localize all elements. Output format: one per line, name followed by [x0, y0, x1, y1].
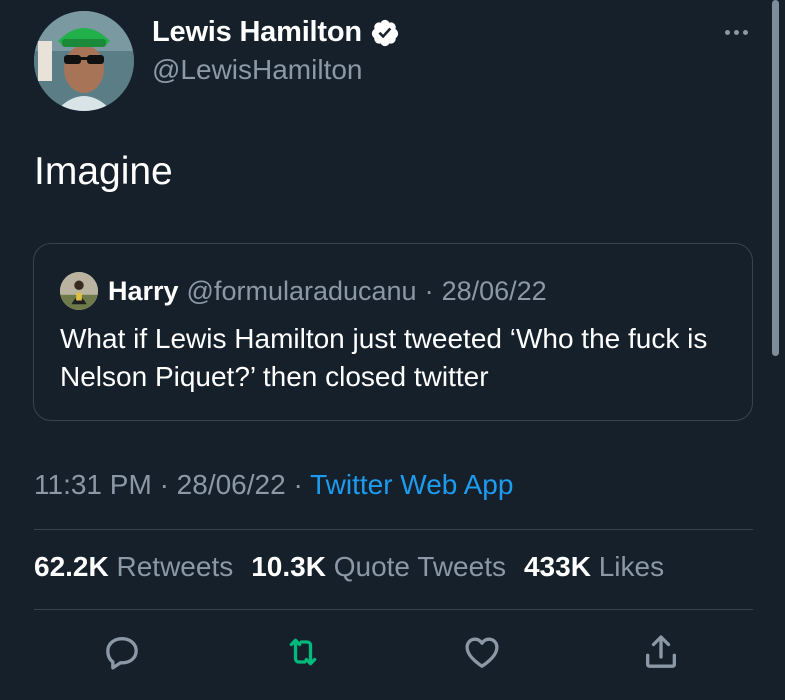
author-name-text: Lewis Hamilton: [152, 16, 362, 48]
retweets-count: 62.2K: [34, 551, 109, 582]
tweet-text: Imagine: [34, 150, 173, 193]
quoted-author-name: Harry: [108, 275, 179, 306]
quote-tweets-stat[interactable]: 10.3K Quote Tweets: [251, 551, 506, 583]
author-handle[interactable]: @LewisHamilton: [152, 54, 363, 86]
reply-icon[interactable]: [102, 632, 142, 672]
quoted-author-avatar: [60, 272, 98, 310]
more-options-icon[interactable]: [716, 20, 756, 44]
quoted-separator: ·: [424, 275, 434, 306]
retweets-stat[interactable]: 62.2K Retweets: [34, 551, 233, 583]
meta-separator: ·: [159, 469, 169, 500]
author-name[interactable]: Lewis Hamilton: [152, 16, 400, 49]
author-avatar[interactable]: [34, 11, 134, 111]
quote-tweets-count: 10.3K: [251, 551, 326, 582]
action-bar: [0, 628, 785, 680]
retweet-icon[interactable]: [283, 632, 323, 672]
quoted-tweet-card[interactable]: Harry @formularaducanu · 28/06/22 What i…: [33, 243, 753, 421]
author-avatar-image: [34, 11, 134, 111]
tweet-meta: 11:31 PM · 28/06/22 · Twitter Web App: [34, 469, 513, 501]
quoted-author-handle: @formularaducanu: [186, 275, 417, 306]
likes-count: 433K: [523, 551, 591, 582]
meta-separator-2: ·: [293, 469, 303, 500]
retweets-label: Retweets: [116, 551, 234, 582]
quoted-tweet-header: Harry @formularaducanu · 28/06/22: [60, 272, 547, 310]
quote-tweets-label: Quote Tweets: [333, 551, 506, 582]
likes-stat[interactable]: 433K Likes: [524, 551, 664, 583]
likes-label: Likes: [598, 551, 665, 582]
share-icon[interactable]: [641, 632, 681, 672]
tweet-time[interactable]: 11:31 PM: [34, 469, 152, 500]
tweet-source-link[interactable]: Twitter Web App: [310, 469, 513, 500]
tweet-date[interactable]: 28/06/22: [177, 469, 286, 500]
divider-top: [34, 529, 753, 530]
heart-icon[interactable]: [462, 632, 502, 672]
scrollbar-thumb[interactable]: [772, 0, 779, 356]
quoted-tweet-date: 28/06/22: [441, 275, 547, 306]
verified-badge-icon: [371, 19, 399, 46]
quoted-tweet-text: What if Lewis Hamilton just tweeted ‘Who…: [60, 323, 708, 392]
divider-bottom: [34, 609, 753, 610]
tweet-detail-view: Lewis Hamilton @LewisHamilton Imagine Ha…: [0, 0, 785, 700]
tweet-stats: 62.2K Retweets 10.3K Quote Tweets 433K L…: [34, 551, 664, 583]
